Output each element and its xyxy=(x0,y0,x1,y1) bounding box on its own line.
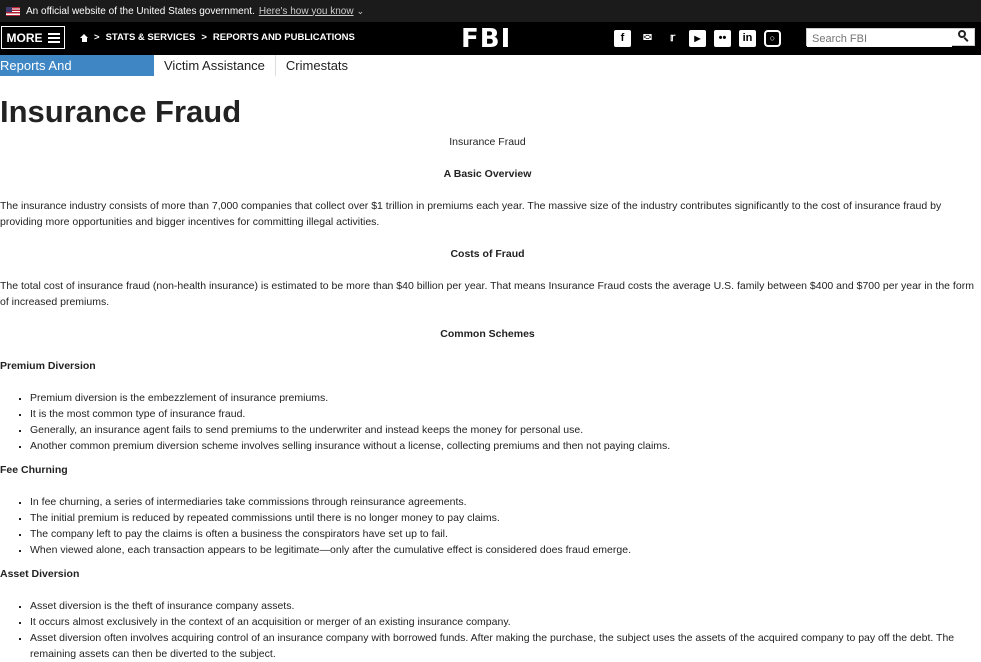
premium-diversion-list: Premium diversion is the embezzlement of… xyxy=(0,390,975,454)
flickr-icon[interactable]: •• xyxy=(714,30,731,47)
tab-crimestats[interactable]: Crimestats xyxy=(276,55,358,76)
linkedin-icon[interactable]: in xyxy=(739,30,756,47)
overview-heading: A Basic Overview xyxy=(443,168,532,180)
heres-how-you-know-link[interactable]: Here's how you know xyxy=(259,6,354,17)
instagram-icon[interactable]: ○ xyxy=(764,30,781,47)
asset-diversion-heading: Asset Diversion xyxy=(0,568,80,580)
list-item: It is the most common type of insurance … xyxy=(30,406,975,422)
section-subnav: Reports And Publications Victim Assistan… xyxy=(0,55,358,94)
premium-diversion-heading: Premium Diversion xyxy=(0,360,96,372)
tab-victim-assistance[interactable]: Victim Assistance xyxy=(154,55,276,76)
fee-churning-heading: Fee Churning xyxy=(0,464,68,476)
breadcrumb-separator: > xyxy=(201,32,207,43)
gov-banner: An official website of the United States… xyxy=(0,0,981,22)
overview-paragraph: The insurance industry consists of more … xyxy=(0,200,942,228)
costs-heading: Costs of Fraud xyxy=(450,248,525,260)
document-title: Insurance Fraud xyxy=(449,136,526,148)
us-flag-icon xyxy=(6,6,20,16)
list-item: When viewed alone, each transaction appe… xyxy=(30,542,975,558)
list-item: Premium diversion is the embezzlement of… xyxy=(30,390,975,406)
home-icon[interactable] xyxy=(80,33,88,42)
breadcrumb: > STATS & SERVICES > REPORTS AND PUBLICA… xyxy=(80,32,355,43)
list-item: Another common premium diversion scheme … xyxy=(30,438,975,454)
social-links: f ✉ 𝕣 ▶ •• in ○ xyxy=(614,30,781,47)
breadcrumb-separator: > xyxy=(94,32,100,43)
top-navigation: MORE > STATS & SERVICES > REPORTS AND PU… xyxy=(0,22,981,55)
list-item: Generally, an insurance agent fails to s… xyxy=(30,422,975,438)
youtube-icon[interactable]: ▶ xyxy=(689,30,706,47)
email-icon[interactable]: ✉ xyxy=(639,30,656,47)
list-item: Asset diversion often involves acquiring… xyxy=(30,630,975,662)
fbi-logo[interactable]: FBI xyxy=(461,24,511,54)
more-label: MORE xyxy=(6,30,43,45)
article-body: Insurance Fraud A Basic Overview The ins… xyxy=(0,134,975,662)
search-box xyxy=(806,28,975,47)
list-item: The initial premium is reduced by repeat… xyxy=(30,510,975,526)
breadcrumb-reports-publications[interactable]: REPORTS AND PUBLICATIONS xyxy=(213,32,355,43)
list-item: The company left to pay the claims is of… xyxy=(30,526,975,542)
gov-banner-text: An official website of the United States… xyxy=(26,5,255,17)
list-item: In fee churning, a series of intermediar… xyxy=(30,494,975,510)
page-title: Insurance Fraud xyxy=(0,94,242,129)
asset-diversion-list: Asset diversion is the theft of insuranc… xyxy=(0,598,975,662)
list-item: Asset diversion is the theft of insuranc… xyxy=(30,598,975,614)
chevron-down-icon[interactable]: ⌄ xyxy=(357,6,365,17)
twitter-icon[interactable]: 𝕣 xyxy=(664,30,681,47)
breadcrumb-stats-services[interactable]: STATS & SERVICES xyxy=(106,32,196,43)
hamburger-icon xyxy=(47,32,60,43)
tab-reports-and-publications[interactable]: Reports And Publications xyxy=(0,55,154,94)
facebook-icon[interactable]: f xyxy=(614,30,631,47)
list-item: It occurs almost exclusively in the cont… xyxy=(30,614,975,630)
costs-paragraph: The total cost of insurance fraud (non-h… xyxy=(0,280,974,308)
search-icon[interactable] xyxy=(958,30,969,41)
search-input[interactable] xyxy=(807,31,952,47)
more-menu-button[interactable]: MORE xyxy=(1,26,65,49)
fee-churning-list: In fee churning, a series of intermediar… xyxy=(0,494,975,558)
schemes-heading: Common Schemes xyxy=(440,328,535,340)
